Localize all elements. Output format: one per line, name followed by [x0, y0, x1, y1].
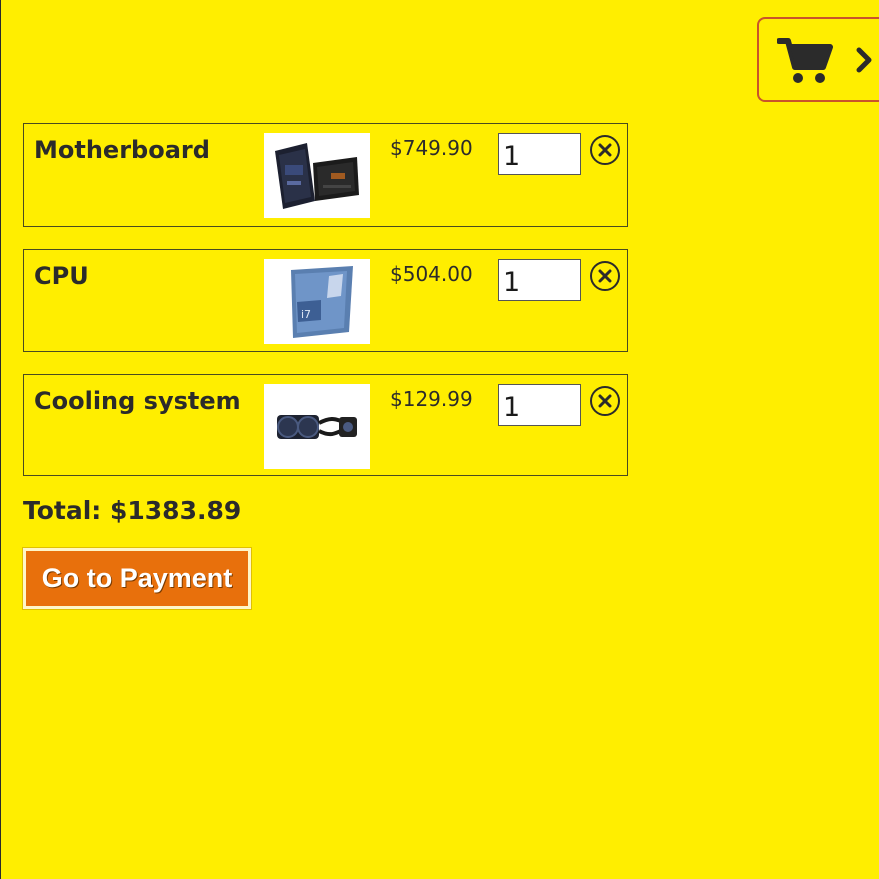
item-name: Cooling system — [34, 387, 241, 415]
go-to-payment-button[interactable]: Go to Payment — [22, 547, 252, 610]
quantity-input[interactable] — [498, 133, 581, 175]
shopping-cart-icon — [777, 35, 833, 85]
cart-total: Total: $1383.89 — [23, 496, 242, 525]
quantity-input[interactable] — [498, 259, 581, 301]
close-icon — [598, 394, 612, 408]
motherboard-box-image — [264, 133, 370, 218]
close-icon — [598, 143, 612, 157]
item-price: $749.90 — [390, 136, 473, 160]
chevron-right-icon — [855, 46, 873, 74]
item-price: $129.99 — [390, 387, 473, 411]
quantity-input[interactable] — [498, 384, 581, 426]
cpu-box-image: i7 — [264, 259, 370, 344]
cart-item: Motherboard $749.90 — [23, 123, 628, 227]
item-name: Motherboard — [34, 136, 210, 164]
cooler-image — [264, 384, 370, 469]
item-price: $504.00 — [390, 262, 473, 286]
item-name: CPU — [34, 262, 89, 290]
remove-item-button[interactable] — [590, 261, 620, 291]
svg-text:i7: i7 — [301, 308, 311, 321]
remove-item-button[interactable] — [590, 135, 620, 165]
remove-item-button[interactable] — [590, 386, 620, 416]
cart-item: CPU i7 $504.00 — [23, 249, 628, 352]
cart-item: Cooling system $129.99 — [23, 374, 628, 476]
close-icon — [598, 269, 612, 283]
cart-toggle-button[interactable] — [757, 17, 879, 102]
cart-items-list: Motherboard $749.90 CPU — [23, 123, 628, 476]
